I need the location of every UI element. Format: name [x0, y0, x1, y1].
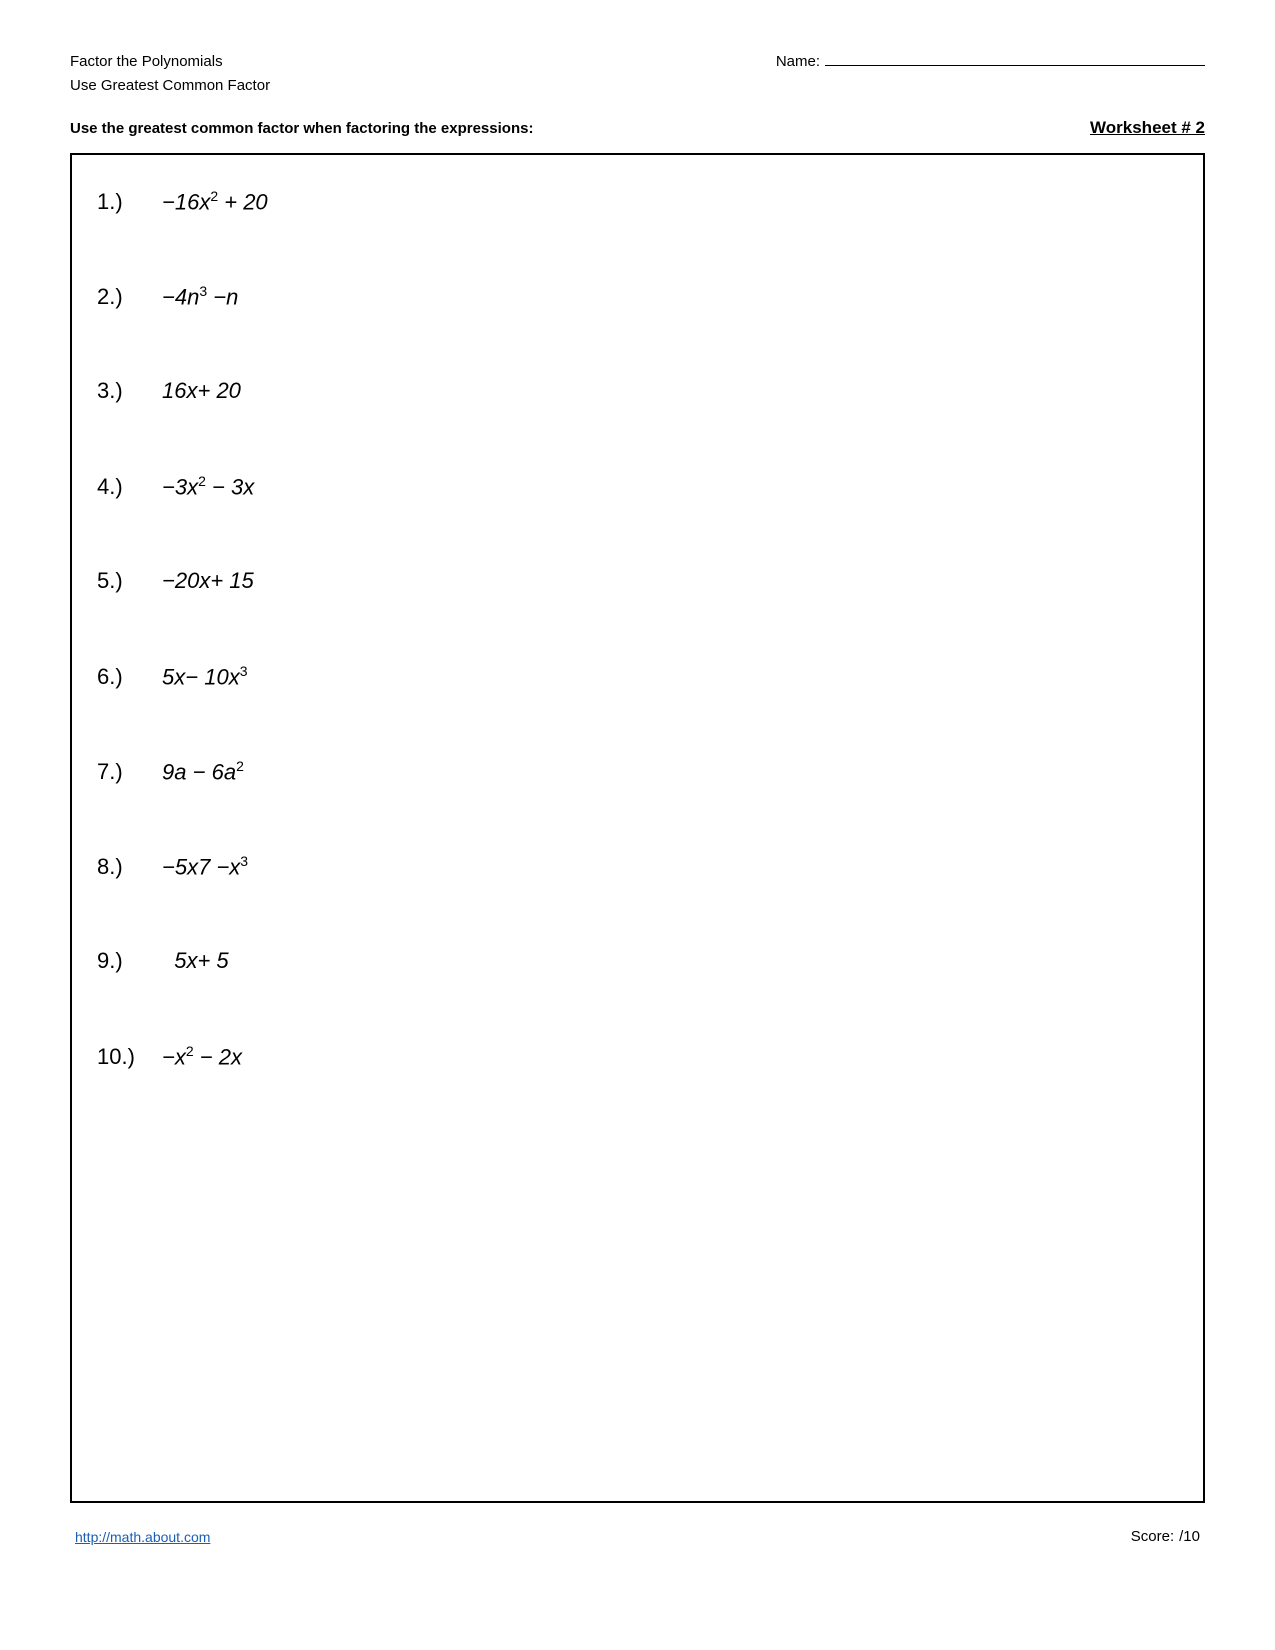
problem-item: 3.)16x+ 20 — [97, 360, 1178, 455]
header-section: Factor the Polynomials Use Greatest Comm… — [70, 50, 1205, 98]
problem-item: 9.) 5x+ 5 — [97, 930, 1178, 1025]
title-line1: Factor the Polynomials — [70, 50, 270, 74]
problem-expression: 9a − 6a2 — [162, 758, 244, 785]
problem-number: 5.) — [97, 568, 162, 594]
score-label: Score: — [1131, 1528, 1174, 1545]
problem-number: 6.) — [97, 664, 162, 690]
problem-number: 7.) — [97, 759, 162, 785]
problem-number: 3.) — [97, 378, 162, 404]
footer: http://math.about.com Score: /10 — [70, 1528, 1205, 1545]
problem-item: 8.)−5x7 −x3 — [97, 835, 1178, 930]
problem-number: 4.) — [97, 474, 162, 500]
footer-link[interactable]: http://math.about.com — [75, 1529, 210, 1545]
problem-item: 7.)9a − 6a2 — [97, 740, 1178, 835]
name-label: Name: — [776, 53, 820, 70]
problem-item: 10.)−x2 − 2x — [97, 1025, 1178, 1120]
problem-number: 2.) — [97, 284, 162, 310]
problem-expression: 5x+ 5 — [162, 948, 229, 974]
problem-expression: −3x2 − 3x — [162, 473, 254, 500]
problem-item: 4.)−3x2 − 3x — [97, 455, 1178, 550]
title-line2: Use Greatest Common Factor — [70, 74, 270, 98]
score-value: /10 — [1179, 1528, 1200, 1545]
name-underline-field — [825, 50, 1205, 66]
instruction-text: Use the greatest common factor when fact… — [70, 120, 533, 137]
problem-number: 8.) — [97, 854, 162, 880]
problem-expression: 5x− 10x3 — [162, 663, 247, 690]
problems-container: 1.)−16x2 + 202.)−4n3 −n3.)16x+ 204.)−3x2… — [97, 170, 1178, 1120]
problem-number: 1.) — [97, 189, 162, 215]
problems-box: 1.)−16x2 + 202.)−4n3 −n3.)16x+ 204.)−3x2… — [70, 153, 1205, 1503]
problem-expression: −4n3 −n — [162, 283, 238, 310]
header-left: Factor the Polynomials Use Greatest Comm… — [70, 50, 270, 98]
problem-number: 10.) — [97, 1044, 162, 1070]
instruction-row: Use the greatest common factor when fact… — [70, 118, 1205, 138]
worksheet-title: Worksheet # 2 — [1090, 118, 1205, 138]
problem-expression: 16x+ 20 — [162, 378, 241, 404]
problem-expression: −16x2 + 20 — [162, 188, 268, 215]
problem-expression: −x2 − 2x — [162, 1043, 242, 1070]
problem-item: 6.)5x− 10x3 — [97, 645, 1178, 740]
score-section: Score: /10 — [1131, 1528, 1200, 1545]
problem-item: 1.)−16x2 + 20 — [97, 170, 1178, 265]
name-line: Name: — [776, 50, 1205, 70]
problem-item: 5.)−20x+ 15 — [97, 550, 1178, 645]
problem-number: 9.) — [97, 948, 162, 974]
header-right: Name: — [776, 50, 1205, 70]
problem-item: 2.)−4n3 −n — [97, 265, 1178, 360]
problem-expression: −5x7 −x3 — [162, 853, 248, 880]
problem-expression: −20x+ 15 — [162, 568, 254, 594]
